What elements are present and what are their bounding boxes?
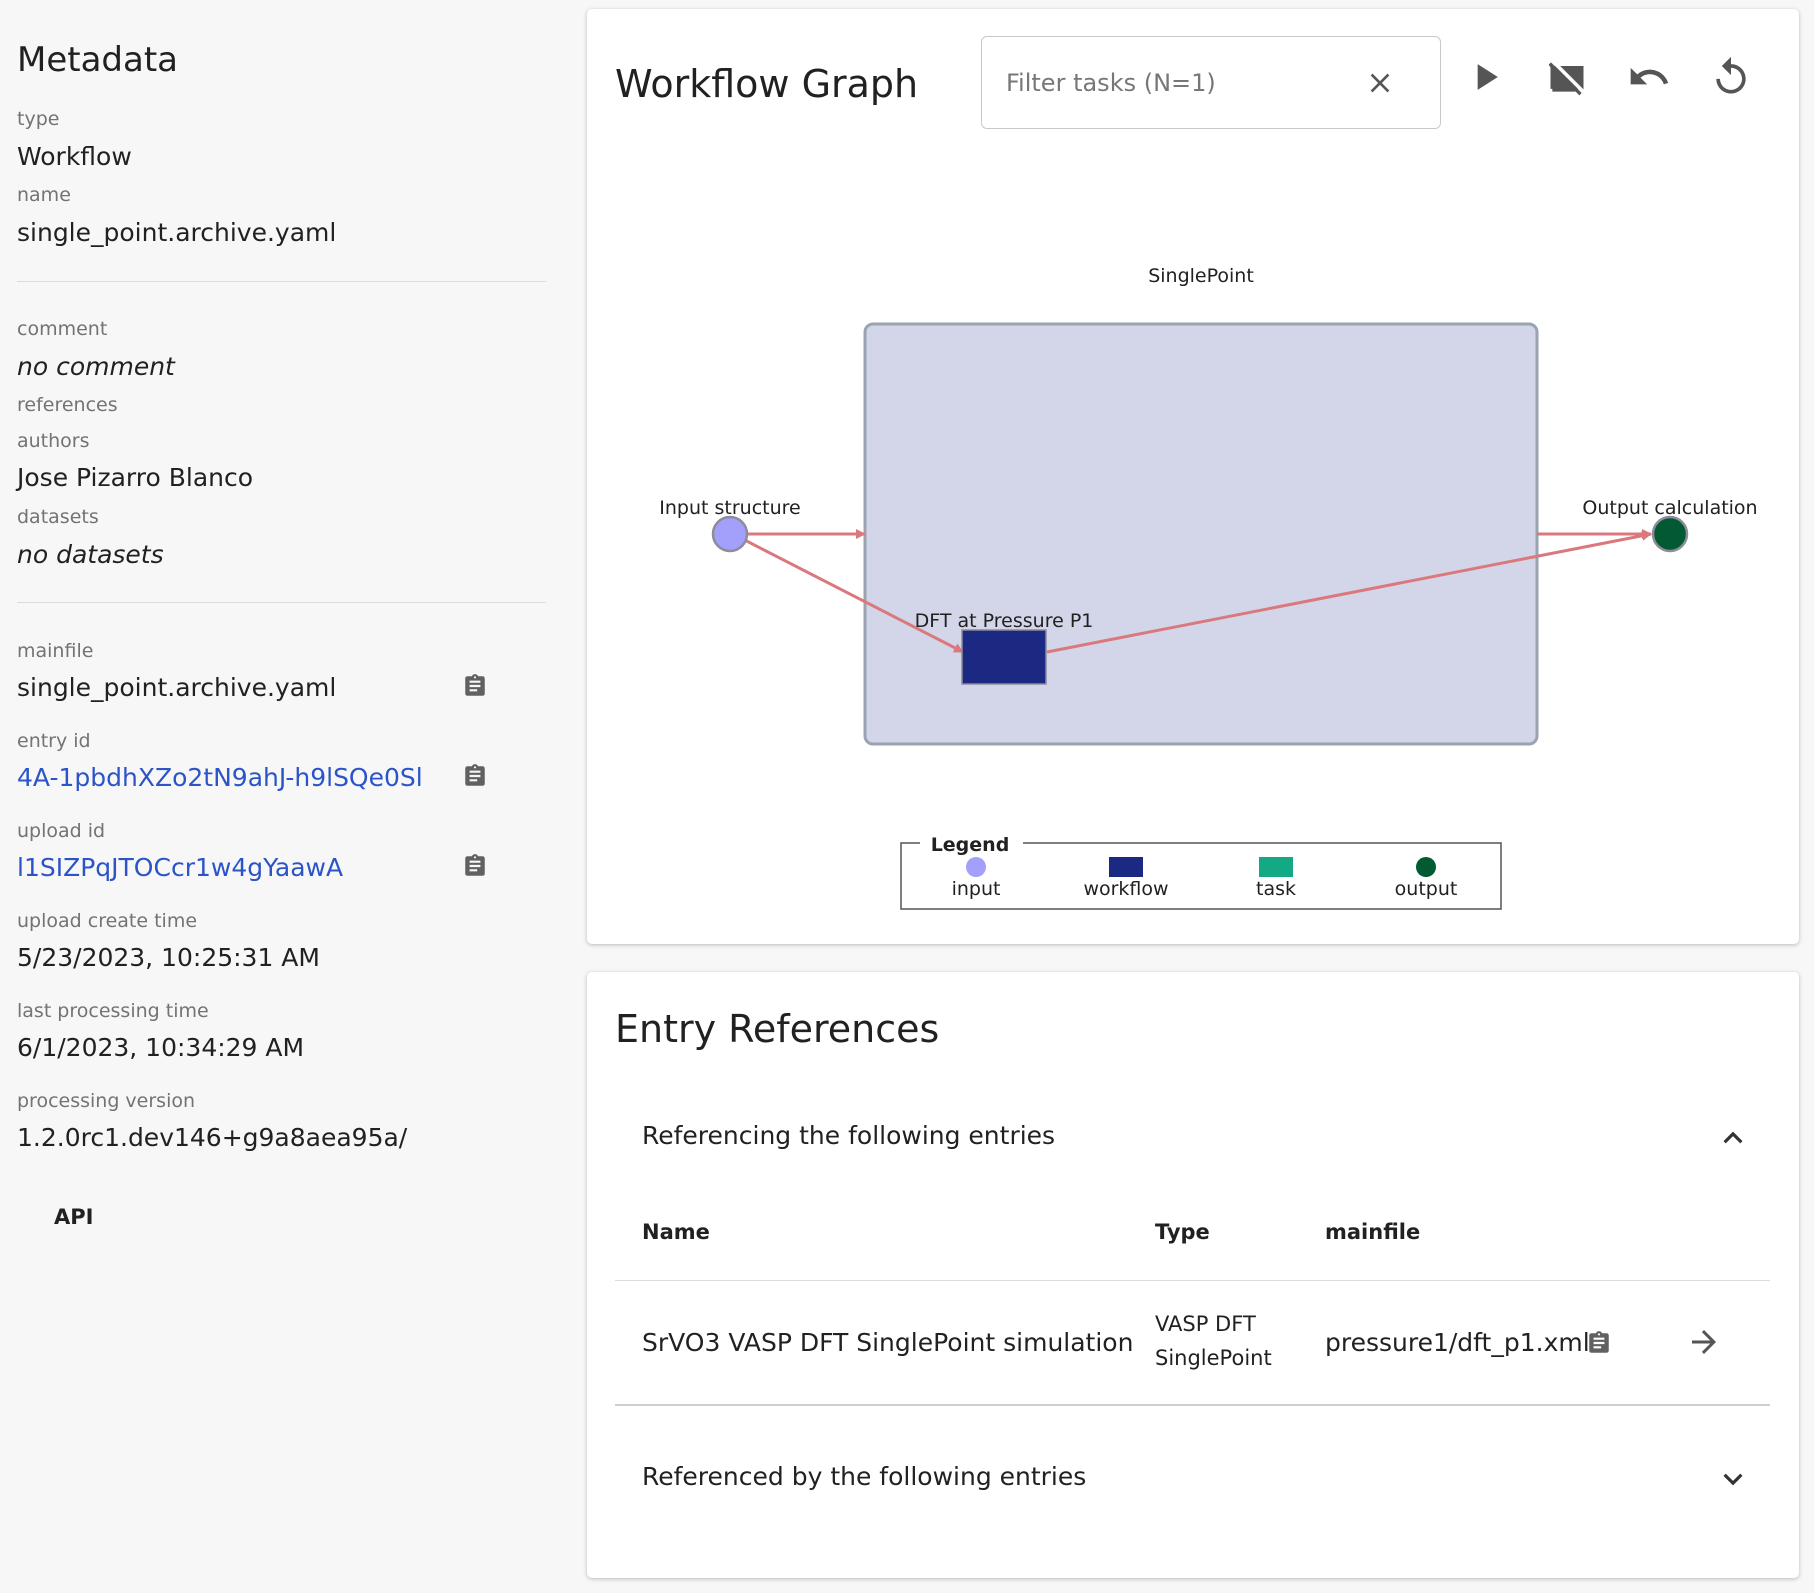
upload-create-time-value: 5/23/2023, 10:25:31 AM [17, 943, 320, 972]
legend-workflow-label: workflow [1083, 878, 1168, 900]
workflow-graph-card: Workflow Graph SinglePoint Input structu… [587, 9, 1799, 944]
legend-task-label: task [1256, 878, 1296, 900]
entry-id-link[interactable]: 4A-1pbdhXZo2tN9ahJ-h9lSQe0Sl [17, 763, 423, 792]
workflow-node-label: SinglePoint [1148, 265, 1254, 287]
api-button[interactable]: API [54, 1205, 93, 1229]
type-value: Workflow [17, 142, 132, 171]
row-name-cell: SrVO3 VASP DFT SinglePoint simulation [642, 1328, 1134, 1357]
entry-references-card: Entry References Referencing the followi… [587, 972, 1799, 1578]
task-node[interactable] [961, 629, 1047, 685]
type-label: type [17, 108, 60, 130]
column-header-type: Type [1155, 1220, 1210, 1244]
legend-output-marker [1416, 857, 1436, 877]
clipboard-icon[interactable] [462, 673, 488, 699]
entry-id-label: entry id [17, 730, 91, 752]
datasets-value: no datasets [17, 540, 164, 569]
chevron-up-icon[interactable] [1714, 1119, 1752, 1157]
name-label: name [17, 184, 71, 206]
legend-input-label: input [952, 878, 1001, 900]
input-node-label: Input structure [659, 497, 800, 519]
datasets-label: datasets [17, 506, 99, 528]
divider [17, 602, 546, 603]
comment-label: comment [17, 318, 108, 340]
column-header-name: Name [642, 1220, 710, 1244]
legend-input-marker [966, 857, 986, 877]
references-label: references [17, 394, 118, 416]
entry-references-title: Entry References [615, 1007, 940, 1051]
metadata-title: Metadata [17, 40, 179, 80]
output-node[interactable] [1651, 515, 1689, 553]
legend-task-marker [1259, 857, 1293, 877]
metadata-panel: Metadata type Workflow name single_point… [0, 0, 570, 1593]
clipboard-icon[interactable] [462, 853, 488, 879]
mainfile-label: mainfile [17, 640, 94, 662]
comment-value: no comment [17, 352, 175, 381]
chevron-down-icon[interactable] [1714, 1460, 1752, 1498]
mainfile-value: single_point.archive.yaml [17, 673, 337, 702]
task-node-label: DFT at Pressure P1 [915, 610, 1094, 632]
output-node-label: Output calculation [1582, 497, 1757, 519]
last-processing-time-value: 6/1/2023, 10:34:29 AM [17, 1033, 305, 1062]
clipboard-icon[interactable] [462, 763, 488, 789]
table-row-divider [615, 1404, 1770, 1406]
row-type-line1: VASP DFT [1155, 1312, 1256, 1336]
workflow-graph-canvas: SinglePoint Input structure Output calcu… [659, 265, 1758, 910]
referencing-label: Referencing the following entries [642, 1121, 1056, 1150]
authors-label: authors [17, 430, 90, 452]
upload-id-label: upload id [17, 820, 106, 842]
legend-output-label: output [1395, 878, 1458, 900]
column-header-mainfile: mainfile [1325, 1220, 1421, 1244]
upload-create-time-label: upload create time [17, 910, 198, 932]
divider [17, 281, 546, 282]
processing-version-value: 1.2.0rc1.dev146+g9a8aea95a/ [17, 1123, 408, 1152]
row-type-line2: SinglePoint [1155, 1346, 1272, 1370]
arrow-right-icon[interactable] [1686, 1324, 1722, 1360]
row-mainfile-cell: pressure1/dft_p1.xml [1325, 1328, 1590, 1357]
referenced-by-accordion-header[interactable]: Referenced by the following entries [587, 1440, 1799, 1520]
clipboard-icon[interactable] [1586, 1330, 1612, 1356]
referenced-by-label: Referenced by the following entries [642, 1462, 1087, 1491]
authors-value: Jose Pizarro Blanco [17, 463, 254, 492]
input-node[interactable] [711, 515, 749, 553]
name-value: single_point.archive.yaml [17, 218, 337, 247]
last-processing-time-label: last processing time [17, 1000, 209, 1022]
legend-title: Legend [931, 834, 1010, 856]
upload-id-link[interactable]: l1SIZPqJTOCcr1w4gYaawA [17, 853, 343, 882]
legend-workflow-marker [1109, 857, 1143, 877]
referencing-accordion-header[interactable]: Referencing the following entries [587, 1099, 1799, 1179]
processing-version-label: processing version [17, 1090, 196, 1112]
